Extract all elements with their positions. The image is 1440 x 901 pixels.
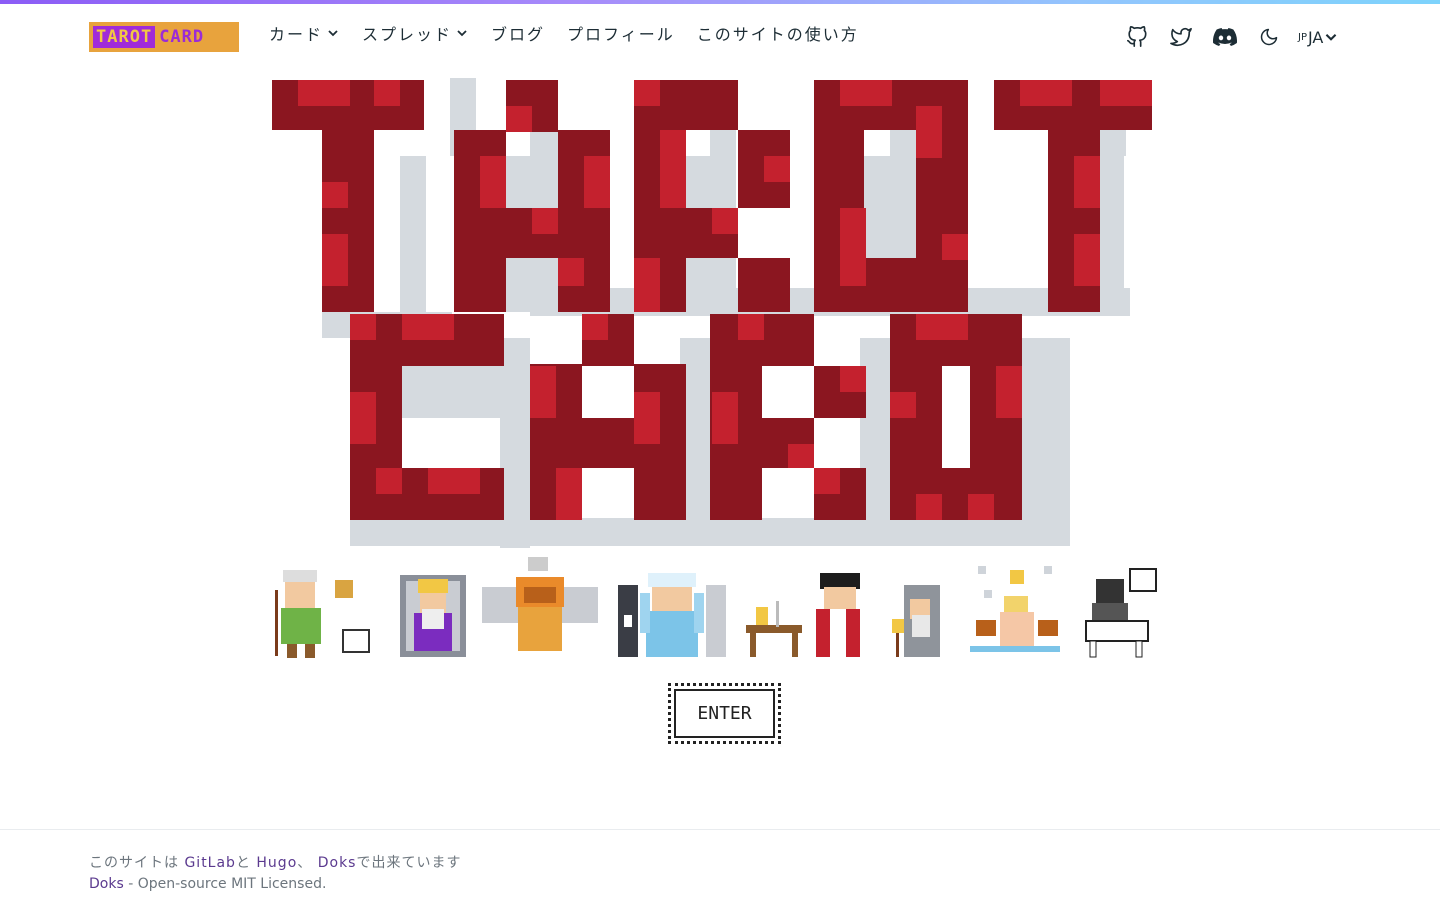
nav-item-how-to-use[interactable]: このサイトの使い方 <box>697 21 859 45</box>
tarot-characters-row <box>275 557 1157 658</box>
footer-prefix: このサイトは <box>89 855 179 871</box>
nav-item-cards[interactable]: カード <box>269 21 340 45</box>
hero-pixel-logo <box>272 78 1152 548</box>
logo-letter-t2 <box>994 80 1152 312</box>
language-code: JA <box>1307 27 1324 47</box>
footer-conj: と <box>235 855 251 871</box>
language-flag-text: JP <box>1298 31 1307 43</box>
twitter-link[interactable] <box>1166 22 1196 52</box>
chevron-down-icon <box>457 30 467 37</box>
magician-character <box>746 573 860 657</box>
emperor-character <box>400 575 466 657</box>
dragon-character <box>482 557 598 651</box>
nav-item-label: カード <box>269 25 324 44</box>
discord-icon <box>1213 28 1237 46</box>
nav-item-profile[interactable]: プロフィール <box>567 21 675 45</box>
enter-button[interactable]: ENTER <box>668 683 781 744</box>
logo-word-tarot: TAROT <box>93 26 156 48</box>
fool-character <box>275 570 370 658</box>
discord-link[interactable] <box>1210 22 1240 52</box>
footer-link-hugo[interactable]: Hugo <box>256 855 297 871</box>
moon-icon <box>1260 28 1278 46</box>
footer-license-text: - Open-source MIT Licensed. <box>123 876 327 892</box>
site-footer: このサイトは GitLabと Hugo、 Doksで出来ています Doks - … <box>0 829 1440 901</box>
chevron-down-icon <box>1326 33 1337 41</box>
nav-item-label: プロフィール <box>567 25 675 44</box>
footer-comma: 、 <box>297 855 313 871</box>
footer-license: Doks - Open-source MIT Licensed. <box>89 876 326 892</box>
main-nav: カード スプレッド ブログ プロフィール このサイトの使い方 <box>269 21 881 45</box>
star-character <box>970 566 1060 652</box>
hermit-character <box>892 585 940 657</box>
death-knight-character <box>1085 568 1157 658</box>
nav-item-label: スプレッド <box>362 25 453 44</box>
nav-item-spreads[interactable]: スプレッド <box>362 21 469 45</box>
dark-mode-toggle[interactable] <box>1254 22 1284 52</box>
twitter-icon <box>1170 27 1192 47</box>
language-selector[interactable]: JP JA <box>1298 28 1339 47</box>
footer-suffix: で出来ています <box>356 855 462 871</box>
site-logo[interactable]: TAROT CARD <box>89 22 239 52</box>
nav-item-blog[interactable]: ブログ <box>491 21 545 45</box>
footer-license-link[interactable]: Doks <box>89 876 124 892</box>
footer-link-gitlab[interactable]: GitLab <box>184 855 236 871</box>
high-priestess-character <box>618 573 726 657</box>
logo-word-card: CARD <box>159 27 205 47</box>
footer-link-doks[interactable]: Doks <box>318 855 357 871</box>
github-icon <box>1127 26 1147 47</box>
footer-credits: このサイトは GitLabと Hugo、 Doksで出来ています <box>89 852 461 872</box>
header-actions: JP JA <box>1122 22 1339 52</box>
github-link[interactable] <box>1122 22 1152 52</box>
site-header: TAROT CARD カード スプレッド ブログ プロフィール このサイトの使い… <box>0 4 1440 66</box>
nav-item-label: このサイトの使い方 <box>696 25 859 44</box>
nav-item-label: ブログ <box>491 25 546 44</box>
chevron-down-icon <box>328 30 338 37</box>
